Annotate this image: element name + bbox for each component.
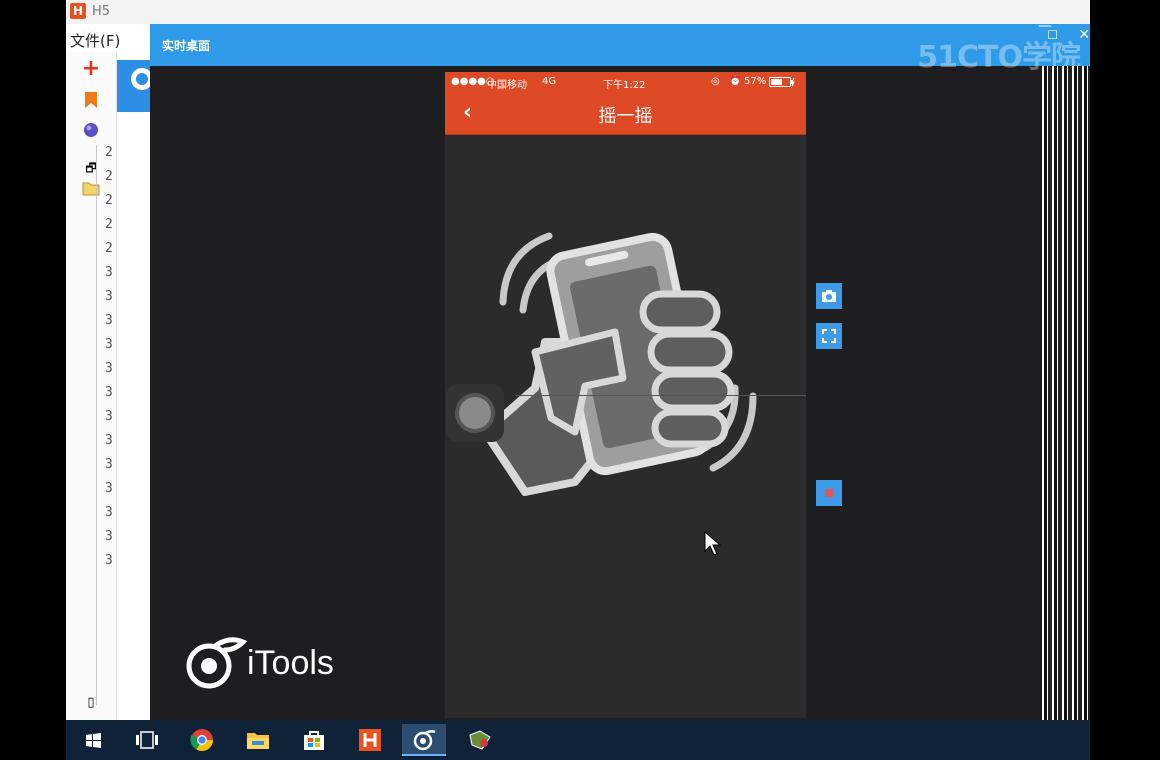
- assistive-touch-dot: [459, 397, 491, 429]
- hbuilder-titlebar: H H5: [66, 0, 1090, 24]
- assistive-touch-button[interactable]: [446, 384, 504, 442]
- network-type: 4G: [542, 76, 557, 87]
- chrome-button[interactable]: [180, 724, 224, 756]
- hbuilder-panel-header: [117, 60, 153, 112]
- store-button[interactable]: [292, 724, 336, 756]
- camera-icon: [822, 290, 836, 302]
- bookmark-icon[interactable]: [80, 92, 102, 114]
- itools-icon: [413, 729, 436, 751]
- store-icon: [304, 731, 324, 750]
- task-view-icon: [136, 731, 158, 749]
- record-icon: [825, 489, 833, 497]
- itools-logo-icon: [186, 637, 247, 689]
- task-view-button[interactable]: [124, 724, 168, 756]
- itools-window: 实时桌面 51CTO学院 — ☐ ✕ ●●●●○ 中国移动 4G 下午1:22 …: [150, 18, 1090, 720]
- window-edge-stripes: [1042, 66, 1090, 720]
- nav-bar: ‹ 摇一摇: [445, 92, 806, 135]
- screenshot-button[interactable]: [816, 283, 842, 309]
- shake-hand-illustration: [481, 232, 757, 496]
- alarm-icon: ⏰: [729, 76, 742, 87]
- taskbar: [66, 720, 1090, 760]
- hbuilder-icon: [359, 729, 381, 751]
- record-button[interactable]: [816, 480, 842, 506]
- status-bar: ●●●●○ 中国移动 4G 下午1:22 ◎ ⏰ 57%: [445, 72, 806, 92]
- hbuilder-title: H5: [92, 4, 111, 19]
- hbuilder-button[interactable]: [348, 724, 392, 756]
- chrome-icon: [190, 729, 213, 751]
- page-title: 摇一摇: [598, 106, 653, 127]
- app-button[interactable]: [458, 724, 502, 756]
- start-button[interactable]: [70, 724, 114, 756]
- expand-icon: [822, 329, 836, 343]
- close-button[interactable]: ✕: [1078, 27, 1090, 43]
- carrier-name: 中国移动: [487, 80, 527, 91]
- menu-file[interactable]: 文件(F): [70, 30, 120, 51]
- screen-divider: [515, 395, 806, 396]
- battery-icon: [769, 77, 795, 90]
- hbuilder-logo-icon: H: [70, 3, 86, 19]
- itools-brand-name: iTools: [247, 644, 334, 682]
- editor-gutter: 2 2 2 2 2 3 3 3 3 3 3 3 3 3 3 3 3 3: [96, 145, 117, 705]
- lock-rotation-icon: ◎: [711, 76, 720, 87]
- file-explorer-icon: [247, 733, 269, 749]
- globe-icon[interactable]: [80, 122, 102, 144]
- mouse-cursor-icon: [704, 531, 722, 556]
- start-icon: [86, 733, 101, 748]
- fullscreen-button[interactable]: [816, 323, 842, 349]
- itools-taskbar-button[interactable]: [402, 724, 446, 756]
- window-title: 实时桌面: [162, 39, 211, 53]
- phone-screen[interactable]: ●●●●○ 中国移动 4G 下午1:22 ◎ ⏰ 57% ‹ 摇一摇: [445, 72, 806, 718]
- battery-percent: 57%: [744, 76, 767, 87]
- status-time: 下午1:22: [603, 80, 646, 91]
- file-explorer-button[interactable]: [236, 724, 280, 756]
- maximize-button[interactable]: ☐: [1047, 28, 1058, 42]
- new-icon[interactable]: +: [80, 58, 102, 80]
- app-icon: [469, 730, 491, 750]
- window-titlebar[interactable]: 实时桌面 51CTO学院 — ☐ ✕: [150, 18, 1090, 75]
